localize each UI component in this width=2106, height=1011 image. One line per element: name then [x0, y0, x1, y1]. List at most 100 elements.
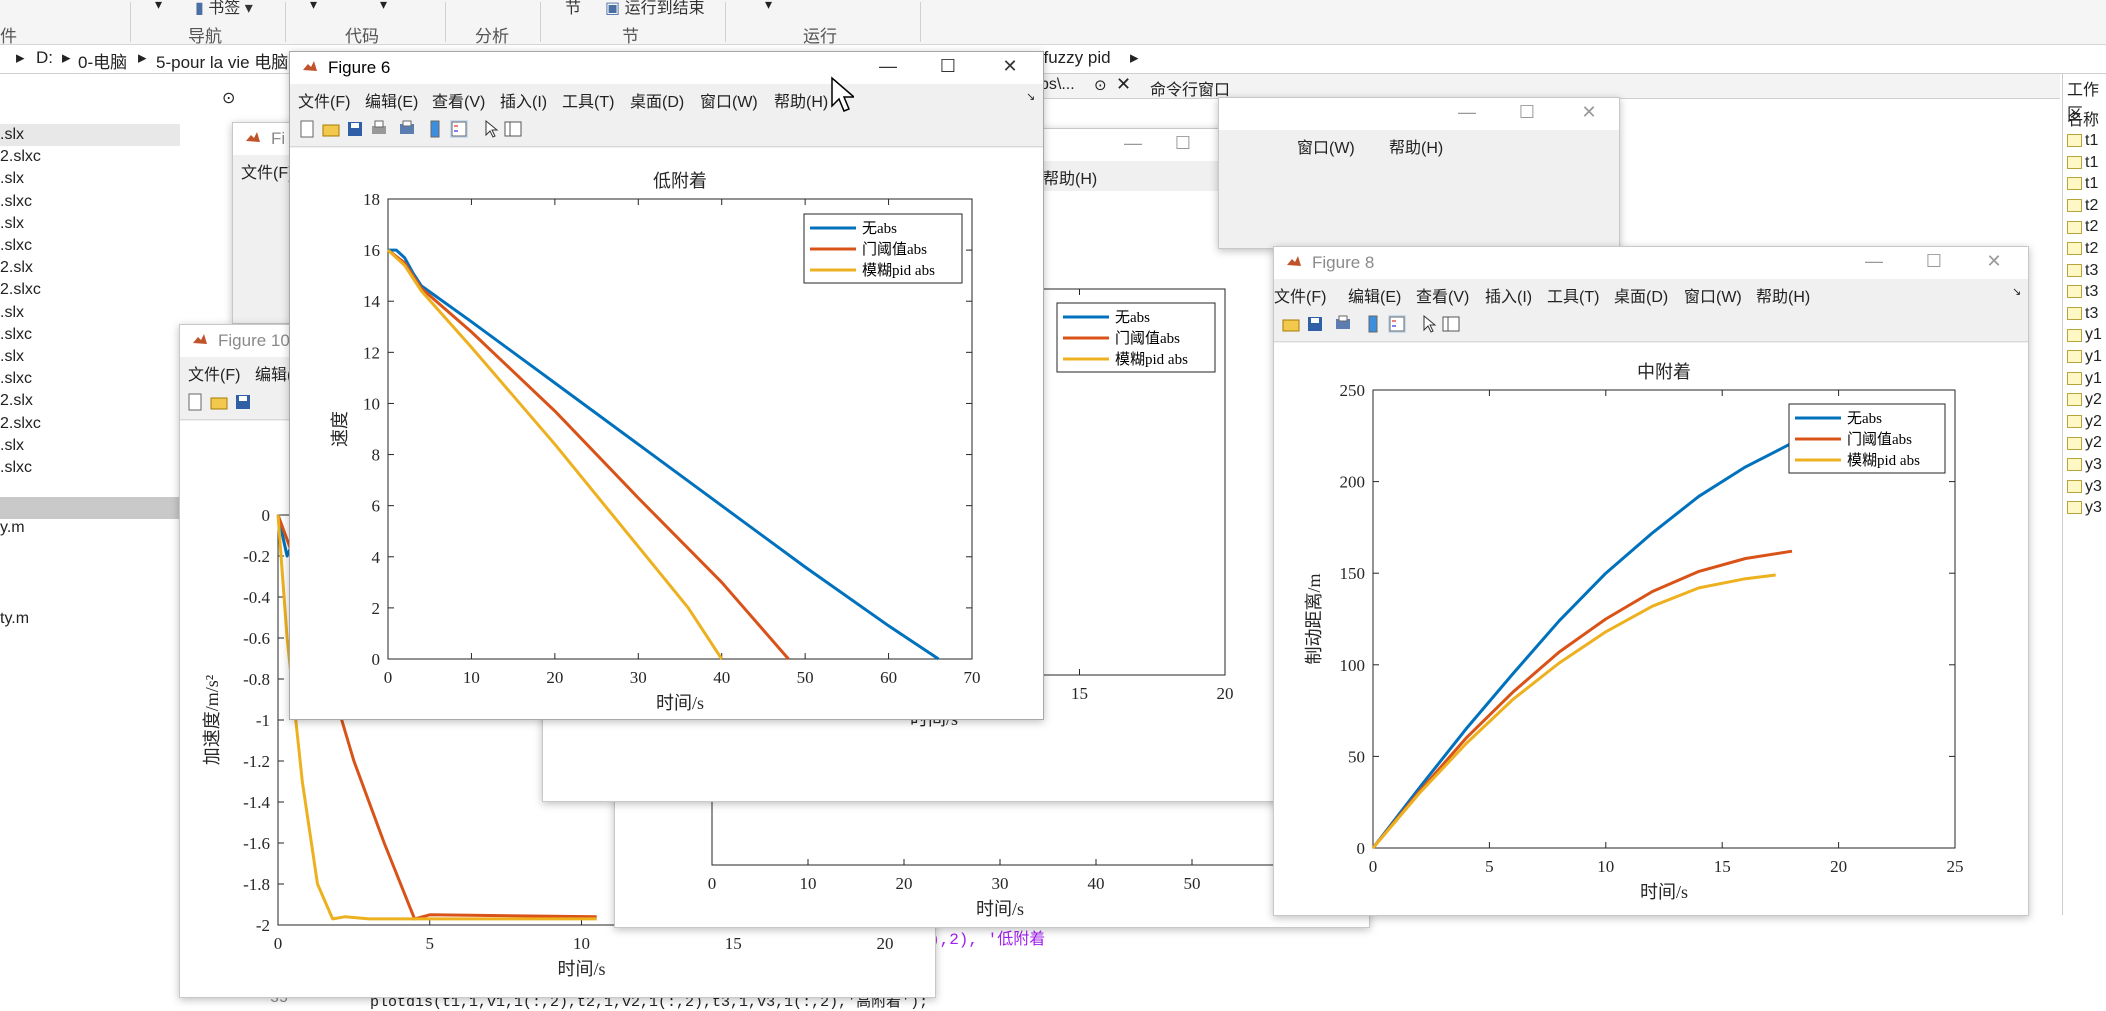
list-item[interactable]: .slx: [0, 348, 24, 366]
window-title-bar[interactable]: — ☐ ✕: [1219, 98, 1619, 130]
menu-view[interactable]: 查看(V): [1416, 283, 1469, 307]
minimize-button[interactable]: —: [1447, 102, 1487, 126]
menu-desktop[interactable]: 桌面(D): [1614, 283, 1668, 307]
workspace-var[interactable]: y2: [2067, 434, 2102, 452]
list-item[interactable]: 2.slx: [0, 259, 33, 277]
menu-help[interactable]: 帮助(H): [1756, 283, 1810, 307]
list-item[interactable]: .slxc: [0, 193, 32, 211]
menu-file[interactable]: 文件(F): [1274, 283, 1326, 307]
minimize-button[interactable]: —: [868, 56, 908, 80]
workspace-var[interactable]: t3: [2067, 305, 2098, 323]
open-folder-icon[interactable]: [1282, 315, 1300, 333]
workspace-var[interactable]: y3: [2067, 478, 2102, 496]
workspace-var[interactable]: t2: [2067, 197, 2098, 215]
tab-menu-icon[interactable]: ⊙: [1094, 76, 1107, 94]
workspace-var[interactable]: t2: [2067, 218, 2098, 236]
figure-canvas[interactable]: 0 5 10 15 20 25 0 50 100 150 200 250 中附着 时间/s 制动距离/m 无a…: [1274, 343, 2028, 915]
figure-canvas[interactable]: 0 10 20 30 40 50 60 70 0 2 4 6 8 10 12 14 16 18 低附着 时间/s 速度 无…: [290, 148, 1043, 719]
menu-help[interactable]: 帮助(H): [1043, 165, 1097, 189]
list-item[interactable]: .slxc: [0, 237, 32, 255]
list-item[interactable]: .slxc: [0, 370, 32, 388]
workspace-var[interactable]: t3: [2067, 283, 2098, 301]
list-item[interactable]: .slx: [0, 126, 24, 144]
list-item[interactable]: 2.slxc: [0, 148, 41, 166]
list-item[interactable]: .slxc: [0, 326, 32, 344]
menu-tools[interactable]: 工具(T): [562, 88, 614, 112]
breadcrumb-folder[interactable]: 5-pour la vie 电脑: [156, 48, 288, 73]
menu-desktop[interactable]: 桌面(D): [630, 88, 684, 112]
print-icon[interactable]: [370, 120, 388, 138]
run-to-end-button[interactable]: ▣ 运行到结束: [605, 0, 705, 18]
new-file-icon[interactable]: [298, 120, 316, 138]
chevron-down-icon[interactable]: ▾: [155, 0, 162, 13]
save-icon[interactable]: [234, 393, 252, 411]
window-title-bar[interactable]: Figure 6 — ☐ ✕: [290, 52, 1043, 84]
minimize-button[interactable]: —: [1854, 251, 1894, 275]
menu-window[interactable]: 窗口(W): [700, 88, 758, 112]
dock-arrow-icon[interactable]: ↘: [2012, 285, 2021, 298]
print-preview-icon[interactable]: [398, 120, 416, 138]
breadcrumb-folder[interactable]: 0-电脑: [78, 48, 127, 73]
menu-file[interactable]: 文件(F): [241, 159, 293, 183]
property-inspector-icon[interactable]: [1442, 315, 1460, 333]
workspace-var[interactable]: t1: [2067, 154, 2098, 172]
open-folder-icon[interactable]: [210, 393, 228, 411]
workspace-var[interactable]: y3: [2067, 499, 2102, 517]
workspace-var[interactable]: t2: [2067, 240, 2098, 258]
list-item[interactable]: .slx: [0, 170, 24, 188]
maximize-button[interactable]: ☐: [1914, 251, 1954, 275]
workspace-var[interactable]: y1: [2067, 370, 2102, 388]
print-preview-icon[interactable]: [1334, 315, 1352, 333]
list-item[interactable]: ty.m: [0, 610, 29, 628]
figure-6-window[interactable]: Figure 6 — ☐ ✕ 文件(F) 编辑(E) 查看(V) 插入(I) 工…: [289, 51, 1044, 720]
menu-edit[interactable]: 编辑(E): [1348, 283, 1401, 307]
figure-canvas[interactable]: 0102030405060时间/s: [615, 797, 1369, 927]
workspace-var[interactable]: y1: [2067, 326, 2102, 344]
menu-edit[interactable]: 编辑(E): [365, 88, 418, 112]
workspace-var[interactable]: t1: [2067, 175, 2098, 193]
close-button[interactable]: ✕: [990, 56, 1030, 80]
workspace-var[interactable]: y3: [2067, 456, 2102, 474]
maximize-button[interactable]: ☐: [1163, 133, 1203, 157]
menu-window[interactable]: 窗口(W): [1684, 283, 1742, 307]
maximize-button[interactable]: ☐: [928, 56, 968, 80]
list-item[interactable]: 2.slxc: [0, 281, 41, 299]
menu-tools[interactable]: 工具(T): [1547, 283, 1599, 307]
collapse-icon[interactable]: ⊙: [222, 88, 235, 108]
list-item[interactable]: 2.slx: [0, 392, 33, 410]
workspace-var[interactable]: y1: [2067, 348, 2102, 366]
figure-window-b[interactable]: 0102030405060时间/s: [614, 796, 1370, 928]
plot-figB[interactable]: 0102030405060时间/s: [615, 797, 1369, 927]
close-button[interactable]: ✕: [1974, 251, 2014, 275]
workspace-var[interactable]: y2: [2067, 391, 2102, 409]
list-item[interactable]: .slxc: [0, 459, 32, 477]
list-item[interactable]: y.m: [0, 519, 25, 537]
colorbar-icon[interactable]: [426, 120, 444, 138]
minimize-button[interactable]: —: [1113, 133, 1153, 157]
plot-fig8[interactable]: 0 5 10 15 20 25050100150200250中附着时间/s制动距离/m无a…: [1274, 343, 2028, 915]
pointer-icon[interactable]: [482, 119, 500, 138]
maximize-button[interactable]: ☐: [1507, 102, 1547, 126]
pointer-icon[interactable]: [1420, 314, 1438, 333]
workspace-column-name[interactable]: 名称: [2067, 106, 2099, 130]
figure-window-c[interactable]: — ☐ ✕ 窗口(W) 帮助(H): [1218, 97, 1620, 249]
panel-divider[interactable]: [0, 497, 180, 519]
new-file-icon[interactable]: [186, 393, 204, 411]
figure-8-window[interactable]: Figure 8 — ☐ ✕ 文件(F) 编辑(E) 查看(V) 插入(I) 工…: [1273, 246, 2029, 916]
close-icon[interactable]: ✕: [1116, 74, 1131, 95]
menu-insert[interactable]: 插入(I): [500, 88, 547, 112]
colorbar-icon[interactable]: [1364, 315, 1382, 333]
bookmark-button[interactable]: ▮ 书签 ▾: [195, 0, 253, 18]
chevron-down-icon[interactable]: ▾: [380, 0, 387, 13]
chevron-down-icon[interactable]: ▾: [310, 0, 317, 13]
window-title-bar[interactable]: Figure 8 — ☐ ✕: [1274, 247, 2028, 279]
open-folder-icon[interactable]: [322, 120, 340, 138]
menu-help[interactable]: 帮助(H): [1389, 134, 1443, 158]
save-icon[interactable]: [346, 120, 364, 138]
list-item[interactable]: 2.slxc: [0, 415, 41, 433]
menu-file[interactable]: 文件(F): [298, 88, 350, 112]
legend-icon[interactable]: [1388, 315, 1406, 333]
dock-arrow-icon[interactable]: ↘: [1026, 90, 1035, 103]
list-item[interactable]: .slx: [0, 304, 24, 322]
save-icon[interactable]: [1306, 315, 1324, 333]
